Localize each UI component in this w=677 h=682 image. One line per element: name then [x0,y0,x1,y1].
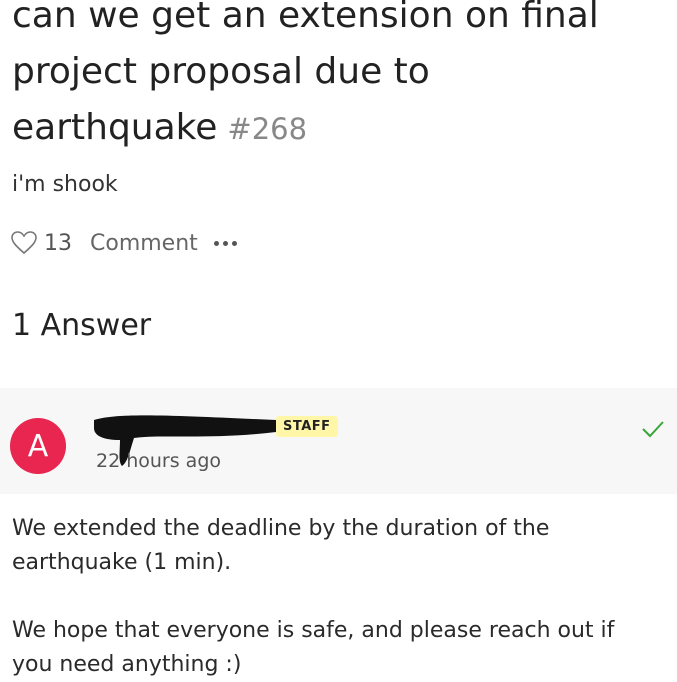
answer-header: A STAFF 22 hours ago [0,388,677,494]
avatar[interactable]: A [10,418,66,474]
comment-button[interactable]: Comment [90,231,198,256]
question-number: #268 [227,112,308,146]
question-action-bar: 13 Comment [10,226,237,260]
question-title: can we get an extension on final project… [12,0,652,157]
answers-heading: 1 Answer [12,308,152,343]
answer-paragraph: We hope that everyone is safe, and pleas… [12,618,615,677]
question-body: i'm shook [12,172,118,197]
answer-paragraph: We extended the deadline by the duration… [12,516,550,575]
check-icon[interactable] [640,418,666,440]
like-count: 13 [44,230,72,256]
answer-timestamp: 22 hours ago [96,450,222,472]
more-icon[interactable] [213,240,237,246]
heart-icon[interactable] [10,230,38,256]
staff-badge: STAFF [276,416,338,437]
